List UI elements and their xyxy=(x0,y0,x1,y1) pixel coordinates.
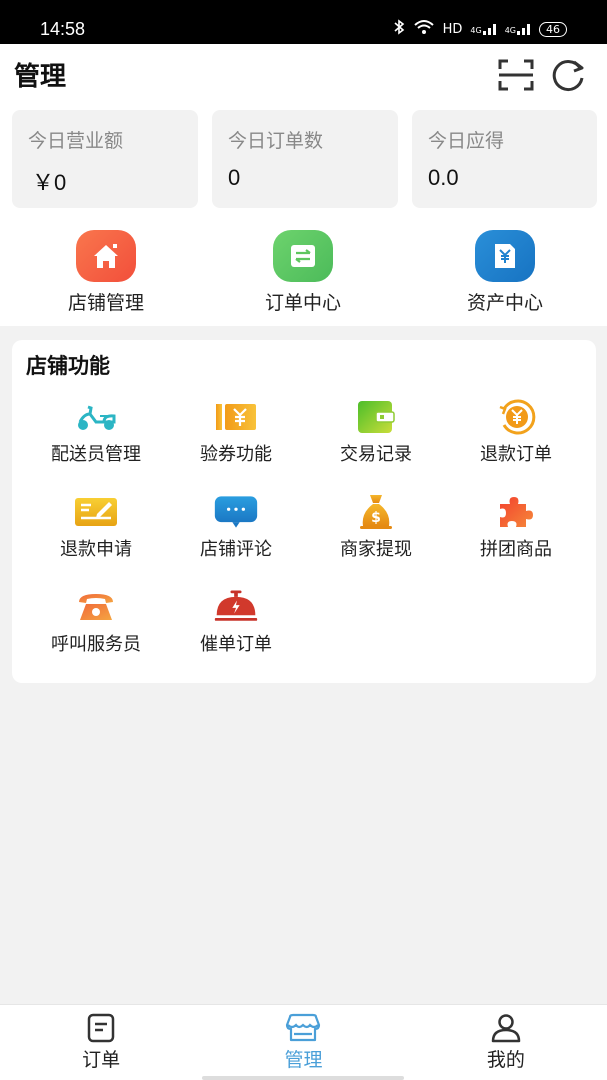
wifi-icon xyxy=(413,19,435,39)
signal-4g-icon: 4G xyxy=(505,23,531,35)
order-list-icon xyxy=(87,1013,115,1043)
order-exchange-icon xyxy=(273,230,333,282)
refund-coin-icon xyxy=(493,398,539,436)
function-transaction-records[interactable]: 交易记录 xyxy=(306,398,446,473)
refresh-button[interactable] xyxy=(550,58,586,92)
stats-row: 今日营业额 ￥0 今日订单数 0 今日应得 0.0 xyxy=(12,110,597,208)
header: 管理 今日营业额 ￥0 今日订单数 0 今日应得 0.0 店铺管理 订单中心 资… xyxy=(0,44,607,326)
quick-nav-store-management[interactable]: 店铺管理 xyxy=(10,230,202,315)
stat-card-orders[interactable]: 今日订单数 0 xyxy=(212,110,398,208)
service-bell-icon xyxy=(213,588,259,626)
tab-label: 我的 xyxy=(486,1049,525,1071)
quick-nav-order-center[interactable]: 订单中心 xyxy=(202,230,404,315)
scan-icon xyxy=(498,59,534,91)
function-label: 退款订单 xyxy=(480,444,552,465)
tab-management[interactable]: 管理 xyxy=(202,1005,404,1080)
function-group-buy-products[interactable]: 拼团商品 xyxy=(446,493,586,568)
function-label: 店铺评论 xyxy=(200,539,272,560)
wallet-icon xyxy=(353,398,399,436)
shop-icon xyxy=(286,1013,321,1042)
stat-value: ￥0 xyxy=(32,170,67,195)
tab-mine[interactable]: 我的 xyxy=(405,1005,607,1080)
function-store-reviews[interactable]: 店铺评论 xyxy=(166,493,306,568)
refresh-icon xyxy=(552,60,584,92)
stat-label: 今日营业额 xyxy=(28,130,124,152)
function-merchant-withdrawal[interactable]: $ 商家提现 xyxy=(306,493,446,568)
battery-icon: 46 xyxy=(539,21,567,37)
bottom-tab-bar: 订单 管理 我的 xyxy=(0,1004,607,1080)
money-bag-icon: $ xyxy=(353,493,399,531)
signal-4g-icon: 4G xyxy=(470,23,496,35)
function-call-waiter[interactable]: 呼叫服务员 xyxy=(26,588,166,663)
function-label: 拼团商品 xyxy=(480,539,552,560)
bluetooth-icon xyxy=(393,19,405,39)
function-courier-management[interactable]: 配送员管理 xyxy=(26,398,166,473)
function-label: 呼叫服务员 xyxy=(51,634,141,655)
tab-orders[interactable]: 订单 xyxy=(0,1005,202,1080)
function-label: 交易记录 xyxy=(340,444,412,465)
function-label: 商家提现 xyxy=(340,539,412,560)
store-functions-card: 店铺功能 配送员管理 验券功能 交易记录 退款订单 退款申请 店铺评论 $ 商家… xyxy=(12,340,596,683)
stat-value: 0 xyxy=(228,165,241,190)
scooter-icon xyxy=(73,398,119,436)
yuan-document-icon xyxy=(475,230,535,282)
comment-bubble-icon xyxy=(213,493,259,531)
quick-nav-label: 订单中心 xyxy=(264,292,341,314)
stat-card-earnings[interactable]: 今日应得 0.0 xyxy=(412,110,597,208)
home-indicator[interactable] xyxy=(202,1076,404,1080)
scan-button[interactable] xyxy=(497,58,535,92)
function-label: 配送员管理 xyxy=(51,444,141,465)
function-refund-application[interactable]: 退款申请 xyxy=(26,493,166,568)
quick-nav-label: 店铺管理 xyxy=(67,292,144,314)
hd-icon: HD xyxy=(442,21,463,37)
function-coupon-verify[interactable]: 验券功能 xyxy=(166,398,306,473)
stat-card-revenue[interactable]: 今日营业额 ￥0 xyxy=(12,110,198,208)
quick-nav-asset-center[interactable]: 资产中心 xyxy=(404,230,606,315)
store-house-icon xyxy=(76,230,136,282)
quick-nav-label: 资产中心 xyxy=(466,292,543,314)
tab-label: 订单 xyxy=(82,1049,121,1071)
function-urge-orders[interactable]: 催单订单 xyxy=(166,588,306,663)
network-type-label: 4G xyxy=(470,26,482,35)
user-icon xyxy=(491,1014,521,1043)
telephone-icon xyxy=(73,588,119,626)
stat-value: 0.0 xyxy=(428,165,459,190)
network-type-label: 4G xyxy=(504,26,516,35)
store-functions-grid: 配送员管理 验券功能 交易记录 退款订单 退款申请 店铺评论 $ 商家提现 拼团… xyxy=(26,398,586,663)
refund-form-icon xyxy=(73,493,119,531)
function-label: 催单订单 xyxy=(200,634,272,655)
coupon-icon xyxy=(213,398,259,436)
function-refund-orders[interactable]: 退款订单 xyxy=(446,398,586,473)
quick-nav: 店铺管理 订单中心 资产中心 xyxy=(0,230,607,315)
section-title: 店铺功能 xyxy=(26,354,110,378)
stat-label: 今日应得 xyxy=(428,130,505,152)
function-label: 验券功能 xyxy=(200,444,272,465)
stat-label: 今日订单数 xyxy=(228,130,324,152)
tab-label: 管理 xyxy=(284,1049,323,1071)
puzzle-icon xyxy=(493,493,539,531)
svg-text:$: $ xyxy=(371,510,381,526)
status-icons: HD 4G 4G 46 xyxy=(393,19,567,39)
page-title: 管理 xyxy=(14,62,67,92)
function-label: 退款申请 xyxy=(60,539,132,560)
status-bar: 14:58 HD 4G 4G 46 xyxy=(0,0,607,44)
status-time: 14:58 xyxy=(40,18,86,39)
